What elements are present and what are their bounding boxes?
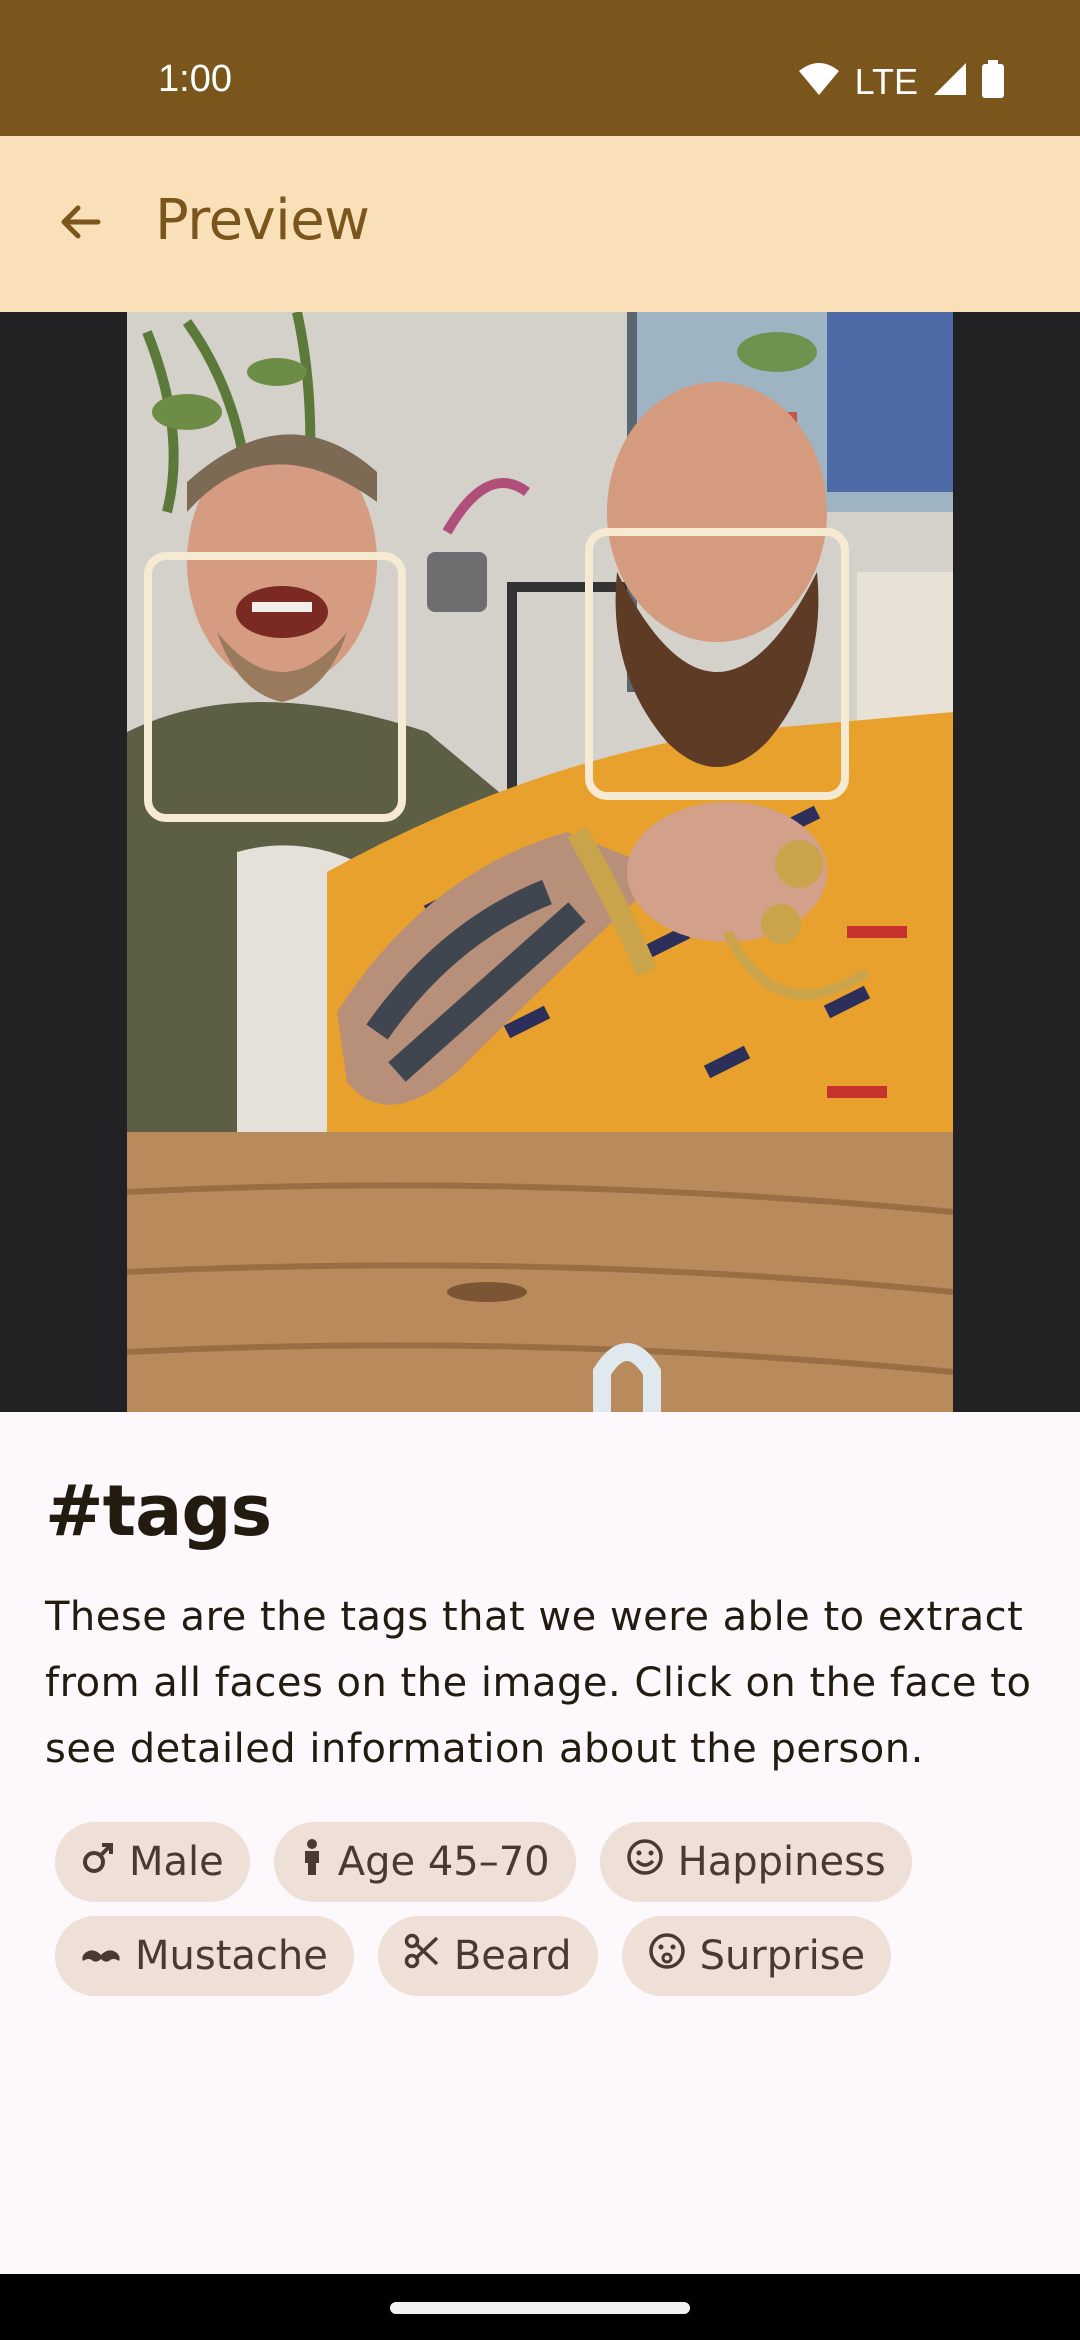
tag-chip-male[interactable]: Male <box>55 1822 250 1902</box>
mustache-icon <box>81 1933 121 1979</box>
tag-chip-beard[interactable]: Beard <box>377 1916 598 1996</box>
home-indicator[interactable] <box>390 2302 690 2314</box>
scissors-icon <box>404 1933 440 1979</box>
status-time: 1:00 <box>158 58 232 100</box>
system-nav-bar <box>0 2274 1080 2340</box>
page-title: Preview <box>155 188 370 253</box>
tags-sheet: #tags These are the tags that we were ab… <box>0 1412 1080 2274</box>
male-icon <box>81 1839 115 1885</box>
tag-chip-happiness[interactable]: Happiness <box>599 1822 912 1902</box>
surprised-face-icon <box>648 1932 686 1980</box>
status-bar: 1:00 LTE <box>0 0 1080 136</box>
tag-chips: Male Age 45–70 Happiness Mustache Beard <box>55 1822 1055 1996</box>
cellular-signal-icon <box>932 61 968 102</box>
network-type-label: LTE <box>854 60 918 102</box>
wifi-icon <box>797 61 841 102</box>
tags-title: #tags <box>45 1470 272 1552</box>
image-preview-area <box>0 312 1080 1412</box>
back-button[interactable] <box>40 184 120 264</box>
arrow-back-icon <box>56 198 104 251</box>
face-box-left[interactable] <box>144 552 406 822</box>
person-icon <box>300 1839 324 1885</box>
tags-description: These are the tags that we were able to … <box>45 1594 1032 1772</box>
smile-icon <box>626 1838 664 1886</box>
tag-chip-label: Mustache <box>135 1933 328 1979</box>
tag-chip-mustache[interactable]: Mustache <box>55 1916 354 1996</box>
tag-chip-label: Male <box>129 1839 224 1885</box>
tag-chip-surprise[interactable]: Surprise <box>621 1916 892 1996</box>
face-box-right[interactable] <box>585 528 849 800</box>
tag-chip-label: Surprise <box>699 1933 866 1979</box>
preview-photo <box>127 312 953 1412</box>
battery-icon <box>982 60 1004 103</box>
status-icons: LTE <box>797 60 1004 103</box>
tag-chip-label: Beard <box>453 1933 572 1979</box>
photo-illustration <box>127 312 953 1412</box>
tag-chip-age[interactable]: Age 45–70 <box>273 1822 576 1902</box>
tag-chip-label: Happiness <box>677 1839 886 1885</box>
app-bar: Preview <box>0 136 1080 312</box>
tag-chip-label: Age 45–70 <box>337 1839 550 1885</box>
